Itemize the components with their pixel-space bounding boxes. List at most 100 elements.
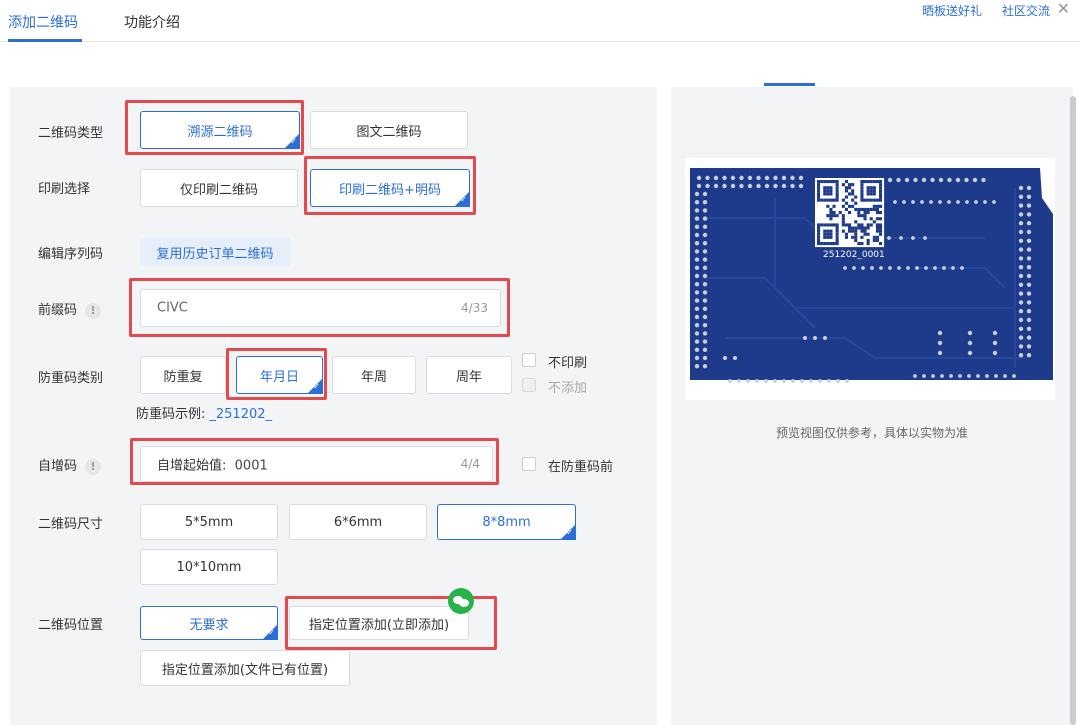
position-file-option[interactable]: 指定位置添加(文件已有位置) — [140, 650, 350, 686]
reuse-history-qr-button[interactable]: 复用历史订单二维码 — [140, 238, 290, 266]
pcb-pad — [803, 336, 807, 340]
qr-module — [835, 214, 839, 218]
pcb-pad — [702, 232, 708, 238]
community-link[interactable]: 社区交流 — [1002, 2, 1050, 19]
anti-dup-yw-option[interactable]: 年周 — [332, 356, 416, 394]
qr-module — [848, 186, 852, 190]
before-anti-dup-label: 在防重码前 — [548, 460, 614, 475]
qr-module — [823, 186, 827, 190]
qr-module — [835, 186, 839, 190]
pcb-pad — [994, 374, 998, 378]
qr-module — [860, 235, 864, 239]
qr-module — [841, 183, 845, 187]
anti-dup-example: 防重码示例: _251202_ — [136, 407, 273, 422]
size-5mm-option[interactable]: 5*5mm — [140, 504, 278, 540]
pcb-pad — [967, 374, 971, 378]
auto-inc-input[interactable]: 自增起始值: 0001 4/4 — [140, 446, 493, 482]
position-none-option[interactable]: 无要求 ✓ — [140, 606, 278, 640]
qr-module — [857, 211, 861, 215]
qr-module — [875, 226, 879, 230]
qr-module — [823, 198, 827, 202]
qr-module — [835, 229, 839, 233]
qr-module — [872, 186, 876, 190]
print-qr-plain-option[interactable]: 印刷二维码+明码 ✓ — [310, 169, 470, 207]
before-anti-dup-checkbox[interactable] — [522, 457, 536, 471]
qr-module — [872, 238, 876, 242]
pcb-pad — [937, 330, 943, 336]
preview-scrollbar[interactable] — [1070, 96, 1076, 725]
qr-module — [823, 235, 827, 239]
pcb-pad — [1003, 374, 1007, 378]
qr-module — [823, 242, 827, 246]
qr-module — [844, 207, 848, 211]
qr-type-graphic-option[interactable]: 图文二维码 — [310, 111, 468, 149]
size-8mm-option[interactable]: 8*8mm ✓ — [437, 504, 576, 540]
qr-module — [841, 214, 845, 218]
qr-module — [879, 242, 883, 246]
prefix-char-count: 4/33 — [461, 301, 488, 315]
qr-module — [848, 223, 852, 227]
size-10mm-option[interactable]: 10*10mm — [140, 549, 278, 585]
no-print-checkbox[interactable] — [522, 353, 536, 367]
tab-feature-intro[interactable]: 功能介绍 — [124, 12, 180, 32]
size-6mm-option[interactable]: 6*6mm — [289, 504, 427, 540]
pcb-pad — [730, 183, 736, 189]
qr-module — [866, 189, 870, 193]
pcb-pad — [924, 266, 928, 270]
pcb-pad — [694, 339, 700, 344]
qr-module — [879, 180, 883, 184]
pcb-pad — [955, 177, 961, 183]
info-icon[interactable]: ! — [85, 459, 102, 475]
wechat-icon — [448, 588, 474, 614]
pcb-pad — [1026, 282, 1032, 287]
qr-module — [829, 198, 833, 202]
pcb-pad — [746, 379, 750, 383]
pcb-pad — [845, 379, 849, 383]
pcb-pad — [929, 200, 933, 204]
qr-module — [841, 204, 845, 208]
tab-add-qr[interactable]: 添加二维码 — [8, 12, 78, 32]
pcb-pad — [1026, 317, 1032, 323]
prefix-input[interactable]: CIVC 4/33 — [140, 289, 501, 327]
pcb-pad — [823, 336, 827, 340]
qr-module — [823, 229, 827, 233]
qr-module — [872, 180, 876, 184]
qr-module — [841, 220, 845, 224]
pcb-pad — [713, 175, 719, 181]
qr-module — [844, 201, 848, 205]
qr-module — [869, 217, 873, 221]
qr-module — [851, 226, 855, 230]
pcb-pad — [798, 183, 804, 189]
anti-dup-ymd-option[interactable]: 年月日 ✓ — [236, 356, 323, 394]
pcb-pad — [1026, 273, 1032, 279]
pcb-pad — [791, 379, 795, 383]
share-gift-link[interactable]: 晒板送好礼 — [922, 2, 982, 19]
qr-module — [879, 229, 883, 233]
qr-module — [860, 242, 864, 246]
info-icon[interactable]: ! — [85, 303, 102, 319]
pcb-pad — [972, 177, 978, 183]
print-qr-only-option[interactable]: 仅印刷二维码 — [140, 169, 298, 207]
pcb-pad — [1026, 335, 1032, 340]
pcb-pad — [702, 323, 708, 328]
anti-dup-none-option[interactable]: 防重复 — [140, 356, 226, 394]
pcb-pad — [694, 200, 700, 205]
pcb-pad — [933, 266, 937, 270]
qr-module — [835, 242, 839, 246]
pcb-pad — [702, 191, 708, 197]
pcb-pad — [1026, 309, 1032, 314]
qr-module — [875, 223, 879, 227]
pcb-pad — [764, 183, 770, 189]
position-immediate-option[interactable]: 指定位置添加(立即添加) — [289, 606, 469, 640]
pcb-pad — [893, 200, 897, 204]
pcb-board-image: 251202_0001 — [690, 168, 1053, 383]
qr-module — [826, 189, 830, 193]
qr-module — [875, 198, 879, 202]
qr-module — [866, 238, 870, 242]
qr-module — [872, 207, 876, 211]
close-icon[interactable]: ✕ — [1057, 0, 1070, 18]
anti-dup-wy-option[interactable]: 周年 — [426, 356, 512, 394]
qr-type-trace-option[interactable]: 溯源二维码 ✓ — [140, 111, 300, 149]
pcb-pad — [1018, 326, 1024, 331]
pcb-pad — [1018, 194, 1024, 199]
